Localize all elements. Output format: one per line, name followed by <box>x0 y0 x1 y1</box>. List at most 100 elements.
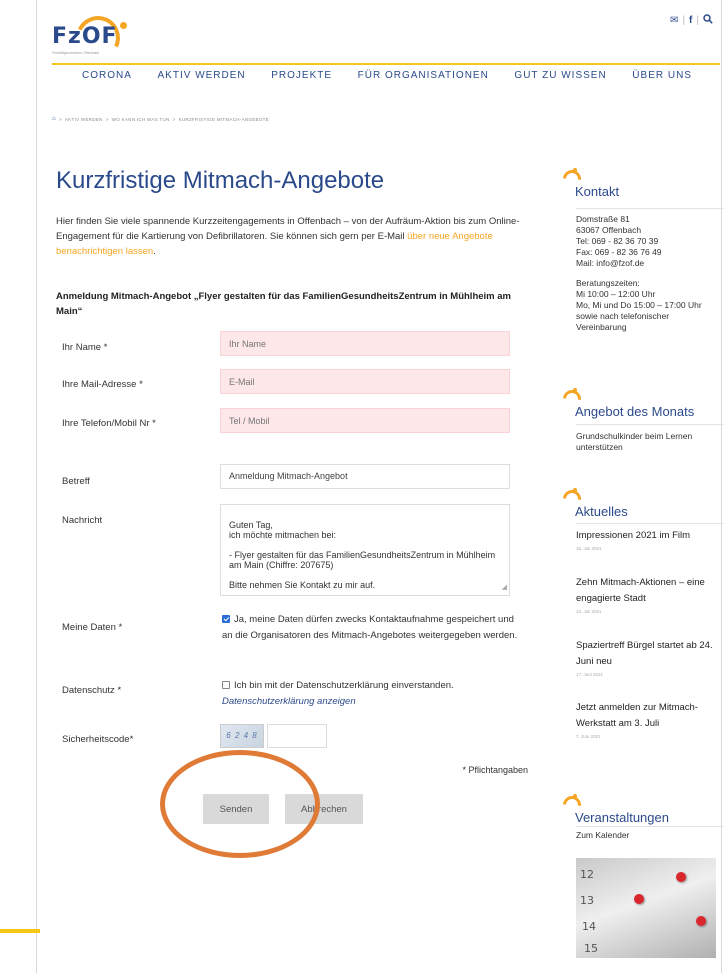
fzof-dot-icon <box>573 168 577 172</box>
news-item[interactable]: Jetzt anmelden zur Mitmach-Werkstatt am … <box>576 700 724 739</box>
message-textarea[interactable]: Guten Tag, ich möchte mitmachen bei: - F… <box>220 504 510 596</box>
header-divider <box>52 63 720 65</box>
fzof-dot-icon <box>573 488 577 492</box>
calendar-image[interactable]: 12 13 14 15 <box>576 858 716 958</box>
breadcrumb-current: KURZFRISTIGE MITMACH-ANGEBOTE <box>178 116 270 122</box>
news-date: 17. Juni 2021 <box>576 672 604 677</box>
mail-line[interactable]: Mail: info@fzof.de <box>576 258 725 269</box>
accent-bar <box>0 929 40 933</box>
sidebar-divider <box>576 424 724 425</box>
facebook-icon[interactable]: f <box>689 15 692 26</box>
message-text: Guten Tag, ich möchte mitmachen bei: - F… <box>229 520 496 590</box>
phone-line: Tel: 069 - 82 36 70 39 <box>576 236 659 246</box>
news-title[interactable]: Spaziertreff Bürgel startet ab 24. Juni … <box>576 638 724 670</box>
main-nav: CORONA AKTIV WERDEN PROJEKTE FÜR ORGANIS… <box>52 70 720 81</box>
privacy-consent: Ich bin mit der Datenschutzerklärung ein… <box>222 678 522 710</box>
phone-label: Ihre Telefon/Mobil Nr * <box>62 418 156 429</box>
search-icon[interactable] <box>703 14 713 27</box>
contact-address: Domstraße 81 63067 Offenbach Tel: 069 - … <box>576 214 725 333</box>
privacy-link[interactable]: Datenschutzerklärung anzeigen <box>222 696 356 707</box>
hours-line: Mi 10:00 – 12:00 Uhr <box>576 289 656 299</box>
nav-item-gut-zu-wissen[interactable]: GUT ZU WISSEN <box>514 70 606 81</box>
sidebar-divider <box>576 208 724 209</box>
news-date: 7. Juni 2021 <box>576 734 601 739</box>
hours-line: Mo, Mi und Do 15:00 – 17:00 Uhr <box>576 300 702 310</box>
captcha-input[interactable] <box>267 724 327 748</box>
breadcrumb-item[interactable]: AKTIV WERDEN <box>65 117 103 122</box>
sidebar-title: Veranstaltungen <box>575 810 669 825</box>
fax-line: Fax: 069 - 82 36 76 49 <box>576 247 662 257</box>
email-input[interactable] <box>220 369 510 394</box>
intro-text: Hier finden Sie viele spannende Kurzzeit… <box>56 214 526 259</box>
subject-input[interactable]: Anmeldung Mitmach-Angebot <box>220 464 510 489</box>
resize-handle-icon[interactable]: ◢ <box>502 583 507 593</box>
hours-line: sowie nach telefonischer <box>576 311 670 321</box>
fzof-logo[interactable]: FzOF Freiwilligenzentrum Offenbach <box>52 9 132 67</box>
news-date: 15. Juli 2021 <box>576 546 602 551</box>
nav-item-aktiv-werden[interactable]: AKTIV WERDEN <box>158 70 246 81</box>
nav-item-projekte[interactable]: PROJEKTE <box>271 70 332 81</box>
pin-icon <box>634 894 644 904</box>
breadcrumb-separator: > <box>58 116 62 122</box>
sidebar-title: Angebot des Monats <box>575 404 695 419</box>
page-title: Kurzfristige Mitmach-Angebote <box>56 167 385 194</box>
privacy-checkbox[interactable] <box>222 681 230 689</box>
offer-link[interactable]: Grundschulkinder beim Lernen unterstütze… <box>576 431 725 453</box>
logo-dot-icon <box>120 22 127 29</box>
logo-subtitle: Freiwilligenzentrum Offenbach <box>52 51 100 55</box>
privacy-label: Datenschutz * <box>62 685 122 696</box>
calendar-number: 15 <box>584 942 598 955</box>
pin-icon <box>676 872 686 882</box>
news-item[interactable]: Zehn Mitmach-Aktionen – eine engagierte … <box>576 575 724 614</box>
news-title[interactable]: Jetzt anmelden zur Mitmach-Werkstatt am … <box>576 700 724 732</box>
captcha-image: 6 2 4 8 <box>220 724 264 748</box>
sidebar-divider <box>576 826 724 827</box>
header-icons: ✉ | f | <box>670 14 713 27</box>
mydata-label: Meine Daten * <box>62 622 123 633</box>
mail-icon[interactable]: ✉ <box>670 15 678 26</box>
icon-divider: | <box>696 15 699 26</box>
news-item[interactable]: Spaziertreff Bürgel startet ab 24. Juni … <box>576 638 724 677</box>
fzof-dot-icon <box>573 794 577 798</box>
address-line: 63067 Offenbach <box>576 225 642 235</box>
privacy-consent-text: Ich bin mit der Datenschutzerklärung ein… <box>234 680 454 691</box>
address-line: Domstraße 81 <box>576 214 630 224</box>
news-title[interactable]: Impressionen 2021 im Film <box>576 528 724 544</box>
news-date: 12. Juli 2021 <box>576 609 602 614</box>
breadcrumb: ⌂ > AKTIV WERDEN > WO KANN ICH WAS TUN >… <box>52 116 269 122</box>
mydata-consent: Ja, meine Daten dürfen zwecks Kontaktauf… <box>222 612 522 644</box>
sidebar-divider <box>576 523 724 524</box>
intro-end: . <box>153 246 156 257</box>
phone-input[interactable] <box>220 408 510 433</box>
logo-text: FzOF <box>52 24 118 49</box>
news-title[interactable]: Zehn Mitmach-Aktionen – eine engagierte … <box>576 575 724 607</box>
calendar-number: 13 <box>580 894 594 907</box>
required-note: * Pflichtangaben <box>462 765 528 775</box>
news-item[interactable]: Impressionen 2021 im Film 15. Juli 2021 <box>576 528 724 551</box>
name-input[interactable] <box>220 331 510 356</box>
icon-divider: | <box>682 15 686 26</box>
message-label: Nachricht <box>62 515 103 526</box>
calendar-link[interactable]: Zum Kalender <box>576 830 725 841</box>
breadcrumb-item[interactable]: WO KANN ICH WAS TUN <box>112 117 170 122</box>
nav-item-corona[interactable]: CORONA <box>82 70 132 81</box>
hours-line: Beratungszeiten: <box>576 278 640 288</box>
calendar-number: 14 <box>582 920 596 933</box>
captcha-label: Sicherheitscode* <box>62 734 134 745</box>
pin-icon <box>696 916 706 926</box>
highlight-annotation <box>160 750 320 858</box>
home-icon[interactable]: ⌂ <box>52 116 56 122</box>
mydata-checkbox[interactable] <box>222 615 230 623</box>
name-label: Ihr Name * <box>62 342 108 353</box>
nav-item-fuer-organisationen[interactable]: FÜR ORGANISATIONEN <box>358 70 489 81</box>
sidebar-title: Aktuelles <box>575 504 628 519</box>
nav-item-ueber-uns[interactable]: ÜBER UNS <box>632 70 692 81</box>
calendar-number: 12 <box>580 868 594 881</box>
breadcrumb-separator: > <box>172 116 176 122</box>
subject-label: Betreff <box>62 476 90 487</box>
email-label: Ihre Mail-Adresse * <box>62 379 143 390</box>
form-heading: Anmeldung Mitmach-Angebot „Flyer gestalt… <box>56 291 511 317</box>
fzof-dot-icon <box>573 388 577 392</box>
sidebar-title: Kontakt <box>575 184 620 199</box>
breadcrumb-separator: > <box>105 116 109 122</box>
